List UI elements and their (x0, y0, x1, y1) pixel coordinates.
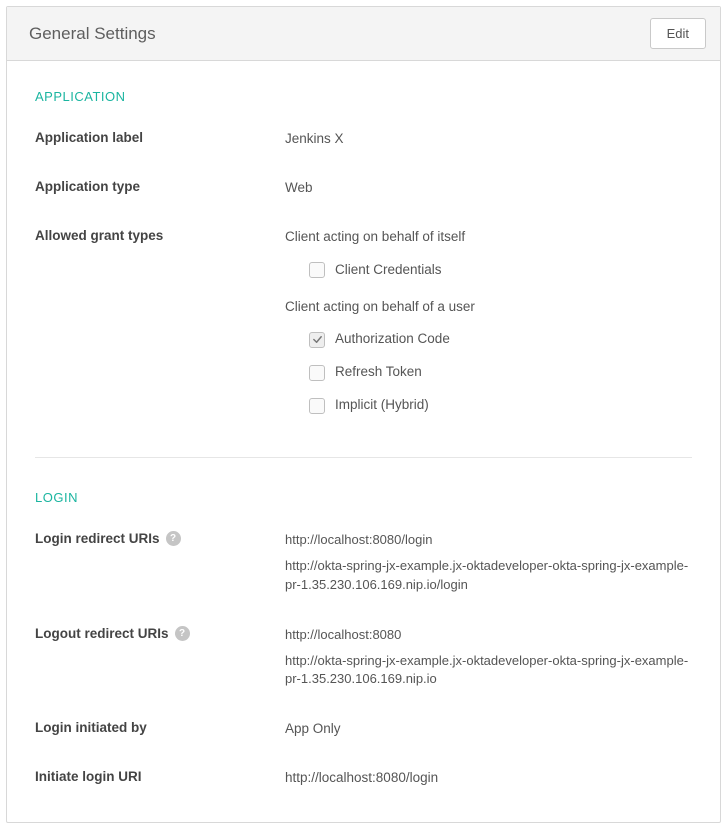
checkbox-label: Authorization Code (335, 330, 450, 349)
field-label: Initiate login URI (35, 769, 285, 784)
field-value: http://localhost:8080/login (285, 769, 692, 788)
checkbox-label: Refresh Token (335, 363, 422, 382)
field-label-text: Login redirect URIs (35, 531, 160, 546)
field-label: Allowed grant types (35, 228, 285, 243)
general-settings-panel: General Settings Edit APPLICATION Applic… (6, 6, 721, 823)
edit-button[interactable]: Edit (650, 18, 706, 49)
field-logout-redirect-uris: Logout redirect URIs ? http://localhost:… (35, 626, 692, 697)
field-label: Application label (35, 130, 285, 145)
panel-title: General Settings (29, 24, 156, 44)
grant-group-user: Client acting on behalf of a user Author… (285, 298, 692, 416)
field-value: Jenkins X (285, 130, 692, 149)
field-label: Application type (35, 179, 285, 194)
section-divider (35, 457, 692, 458)
grant-subhead-self: Client acting on behalf of itself (285, 228, 692, 247)
checkbox-client-credentials[interactable]: Client Credentials (309, 261, 692, 280)
field-label: Logout redirect URIs ? (35, 626, 285, 641)
field-value: Web (285, 179, 692, 198)
field-label: Login redirect URIs ? (35, 531, 285, 546)
checkbox-label: Client Credentials (335, 261, 442, 280)
field-allowed-grant-types: Allowed grant types Client acting on beh… (35, 228, 692, 433)
checkbox-box (309, 262, 325, 278)
checkbox-implicit-hybrid[interactable]: Implicit (Hybrid) (309, 396, 692, 415)
field-application-type: Application type Web (35, 179, 692, 198)
checkbox-refresh-token[interactable]: Refresh Token (309, 363, 692, 382)
section-title-application: APPLICATION (35, 89, 692, 104)
checkbox-box (309, 332, 325, 348)
grant-subhead-user: Client acting on behalf of a user (285, 298, 692, 317)
checkbox-authorization-code[interactable]: Authorization Code (309, 330, 692, 349)
field-login-initiated-by: Login initiated by App Only (35, 720, 692, 739)
help-icon[interactable]: ? (166, 531, 181, 546)
field-login-redirect-uris: Login redirect URIs ? http://localhost:8… (35, 531, 692, 602)
check-icon (312, 334, 323, 345)
panel-body: APPLICATION Application label Jenkins X … (7, 61, 720, 822)
field-application-label: Application label Jenkins X (35, 130, 692, 149)
grant-types-container: Client acting on behalf of itself Client… (285, 228, 692, 433)
checkbox-box (309, 365, 325, 381)
checkbox-box (309, 398, 325, 414)
field-initiate-login-uri: Initiate login URI http://localhost:8080… (35, 769, 692, 788)
uri-item: http://okta-spring-jx-example.jx-oktadev… (285, 557, 692, 593)
checkbox-label: Implicit (Hybrid) (335, 396, 429, 415)
section-title-login: LOGIN (35, 490, 692, 505)
field-label: Login initiated by (35, 720, 285, 735)
field-value: App Only (285, 720, 692, 739)
help-icon[interactable]: ? (175, 626, 190, 641)
panel-header: General Settings Edit (7, 7, 720, 61)
login-redirect-uri-list: http://localhost:8080/login http://okta-… (285, 531, 692, 602)
grant-group-self: Client acting on behalf of itself Client… (285, 228, 692, 280)
uri-item: http://localhost:8080 (285, 626, 692, 644)
uri-item: http://okta-spring-jx-example.jx-oktadev… (285, 652, 692, 688)
field-label-text: Logout redirect URIs (35, 626, 169, 641)
uri-item: http://localhost:8080/login (285, 531, 692, 549)
logout-redirect-uri-list: http://localhost:8080 http://okta-spring… (285, 626, 692, 697)
